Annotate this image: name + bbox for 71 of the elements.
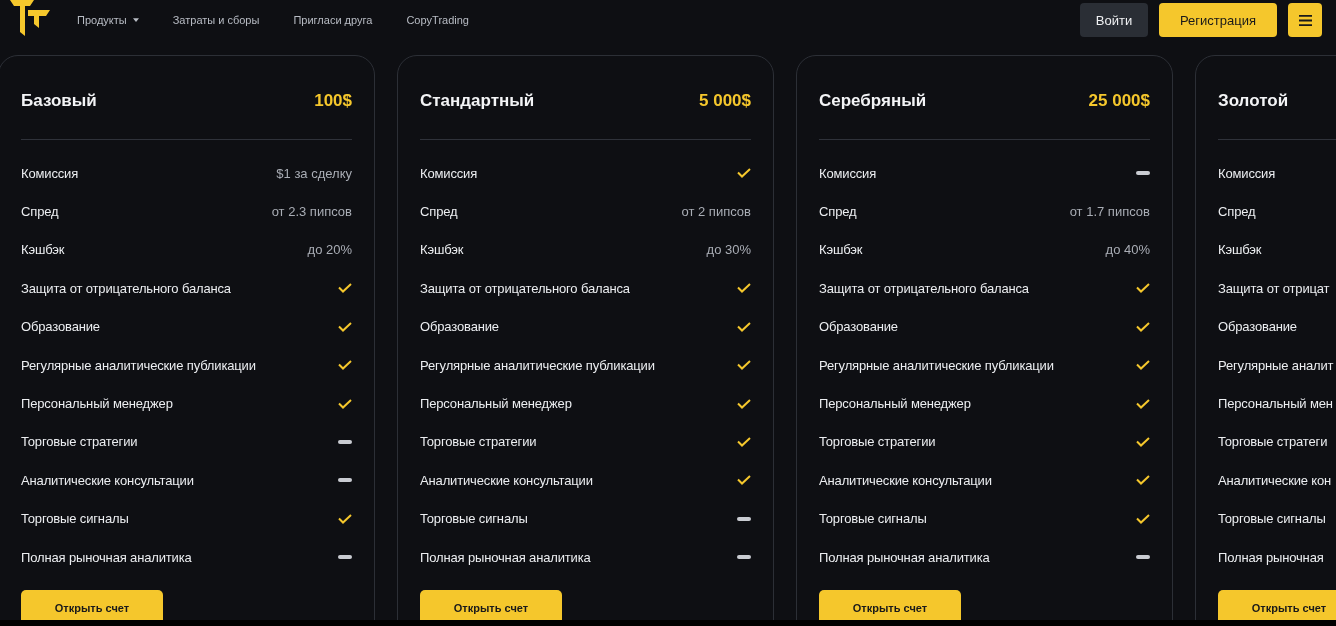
- feature-label: Торговые стратеги: [1218, 434, 1328, 450]
- feature-label: Полная рыночная аналитика: [420, 549, 591, 565]
- feature-label: Полная рыночная аналитика: [819, 549, 990, 565]
- feature-label: Спред: [1218, 204, 1256, 220]
- feature-label: Регулярные аналитические публикации: [420, 357, 655, 373]
- feature-label: Кэшбэк: [420, 242, 464, 258]
- feature-label: Образование: [420, 319, 499, 335]
- feature-value: от 2.3 пипсов: [271, 204, 352, 220]
- feature-label: Защита от отрицательного баланса: [819, 280, 1029, 296]
- nav-link[interactable]: Продукты: [77, 14, 139, 26]
- nav-link[interactable]: Затраты и сборы: [172, 14, 260, 26]
- menu-button[interactable]: [1288, 3, 1322, 37]
- feature-label: Спред: [420, 204, 458, 220]
- feature-label: Торговые стратегии: [819, 434, 936, 450]
- feature-label: Образование: [819, 319, 898, 335]
- feature-label: Защита от отрицательного баланса: [21, 280, 231, 296]
- feature-label: Регулярные аналитические публикации: [21, 357, 256, 373]
- feature-label: Аналитические консультации: [819, 472, 992, 488]
- feature-label: Защита от отрицательного баланса: [420, 280, 630, 296]
- feature-value: до 20%: [307, 242, 352, 258]
- plan-price: 100$: [314, 91, 352, 111]
- feature-label: Полная рыночная аналитика: [21, 549, 192, 565]
- feature-label: Торговые сигналы: [819, 511, 927, 527]
- feature-label: Аналитические консультации: [21, 472, 194, 488]
- plan-name: Базовый: [21, 91, 97, 111]
- open-account-button[interactable]: Открыть счет: [819, 590, 961, 620]
- feature-value: до 30%: [706, 242, 751, 258]
- feature-label: Торговые сигналы: [1218, 511, 1326, 527]
- feature-label: Торговые стратегии: [420, 434, 537, 450]
- feature-value: от 1.7 пипсов: [1069, 204, 1150, 220]
- feature-label: Спред: [21, 204, 59, 220]
- feature-label: Персональный мен: [1218, 396, 1333, 412]
- feature-label: Спред: [819, 204, 857, 220]
- open-account-button[interactable]: Открыть счет: [1218, 590, 1336, 620]
- feature-label: Комиссия: [21, 165, 79, 181]
- login-button[interactable]: Войти: [1080, 3, 1148, 37]
- feature-value: до 40%: [1105, 242, 1150, 258]
- open-account-button[interactable]: Открыть счет: [21, 590, 163, 620]
- feature-label: Кэшбэк: [21, 242, 65, 258]
- plan-price: 5 000$: [699, 91, 751, 111]
- plan-price: 25 000$: [1088, 91, 1150, 111]
- feature-label: Полная рыночная: [1218, 549, 1324, 565]
- feature-label: Аналитические консультации: [420, 472, 593, 488]
- nav-link[interactable]: CopyTrading: [406, 14, 469, 26]
- feature-label: Защита от отрицат: [1218, 280, 1330, 296]
- feature-label: Аналитические кон: [1218, 472, 1332, 488]
- feature-label: Комиссия: [819, 165, 877, 181]
- feature-value: $1 за сделку: [276, 165, 352, 181]
- feature-label: Образование: [1218, 319, 1297, 335]
- menu-icon: [1298, 14, 1312, 26]
- feature-label: Торговые сигналы: [420, 511, 528, 527]
- plan-name: Золотой: [1218, 91, 1289, 111]
- plan-name: Стандартный: [420, 91, 535, 111]
- feature-label: Персональный менеджер: [420, 396, 572, 412]
- nav-link[interactable]: Пригласи друга: [293, 14, 373, 26]
- feature-label: Комиссия: [1218, 165, 1276, 181]
- open-account-button[interactable]: Открыть счет: [420, 590, 562, 620]
- register-button[interactable]: Регистрация: [1159, 3, 1277, 37]
- feature-label: Кэшбэк: [819, 242, 863, 258]
- feature-label: Регулярные аналит: [1218, 357, 1334, 373]
- logo-icon[interactable]: [10, 0, 50, 38]
- feature-label: Образование: [21, 319, 100, 335]
- feature-label: Кэшбэк: [1218, 242, 1262, 258]
- feature-label: Персональный менеджер: [21, 396, 173, 412]
- plan-name: Серебряный: [819, 91, 927, 111]
- feature-label: Персональный менеджер: [819, 396, 971, 412]
- feature-label: Торговые стратегии: [21, 434, 138, 450]
- feature-value: от 2 пипсов: [681, 204, 751, 220]
- feature-label: Торговые сигналы: [21, 511, 129, 527]
- feature-label: Комиссия: [420, 165, 478, 181]
- feature-label: Регулярные аналитические публикации: [819, 357, 1054, 373]
